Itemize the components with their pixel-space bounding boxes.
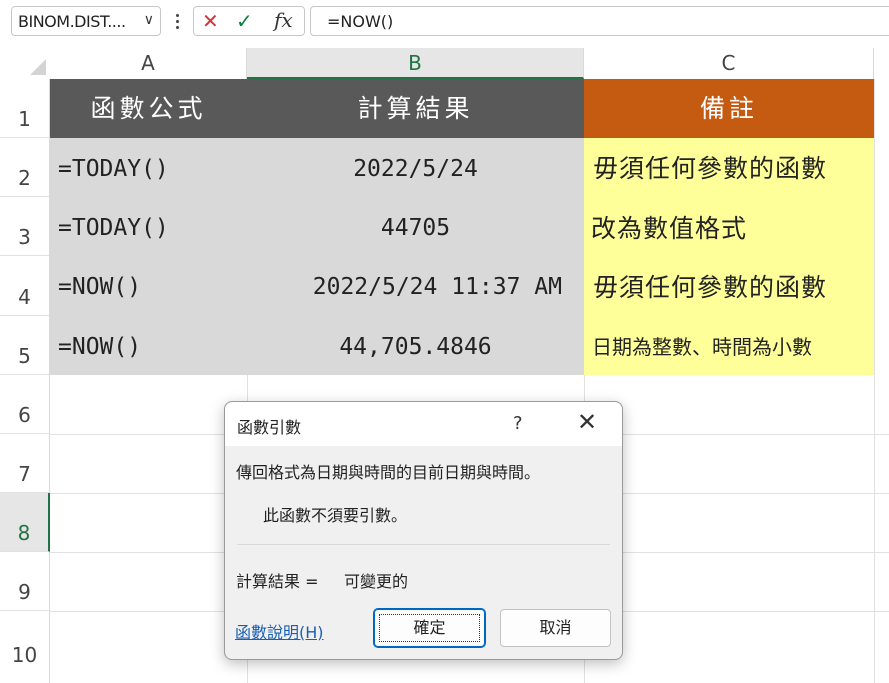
chevron-down-icon[interactable]: ∨ — [144, 12, 154, 28]
function-help-link[interactable]: 函數說明(H) — [235, 619, 324, 643]
formula-input[interactable]: =NOW() — [310, 6, 889, 36]
enter-icon[interactable]: ✓ — [236, 9, 253, 33]
row-header-3[interactable]: 3 — [0, 197, 50, 256]
dialog-title-bar[interactable]: 函數引數 ? ✕ — [225, 402, 622, 446]
divider — [237, 544, 610, 545]
select-all-button[interactable] — [0, 48, 50, 79]
function-arguments-dialog: 函數引數 ? ✕ 傳回格式為日期與時間的目前日期與時間。 此函數不須要引數。 計… — [224, 401, 623, 660]
row-header-5[interactable]: 5 — [0, 316, 50, 375]
cell-a2[interactable]: =TODAY() — [50, 138, 247, 197]
argument-note: 此函數不須要引數。 — [263, 506, 408, 525]
row-header-1[interactable]: 1 — [0, 79, 50, 138]
cell-b5[interactable]: 44,705.4846 — [247, 316, 584, 375]
cancel-button[interactable]: 取消 — [500, 609, 611, 647]
name-box-value: BINOM.DIST.... — [18, 12, 126, 31]
help-icon[interactable]: ? — [513, 413, 523, 434]
cell-a3[interactable]: =TODAY() — [50, 197, 247, 256]
cell-c3[interactable]: 改為數值格式 — [584, 197, 874, 256]
more-options-icon[interactable] — [172, 6, 184, 36]
cell-b2[interactable]: 2022/5/24 — [247, 138, 584, 197]
row-header-2[interactable]: 2 — [0, 138, 50, 197]
cancel-icon[interactable]: ✕ — [202, 9, 219, 33]
result-value: 可變更的 — [344, 572, 409, 591]
row-header-8[interactable]: 8 — [0, 493, 50, 552]
cell-c5[interactable]: 日期為整數、時間為小數 — [584, 316, 874, 375]
name-box[interactable]: BINOM.DIST.... ∨ — [11, 6, 161, 36]
cell-b1[interactable]: 計算結果 — [247, 79, 584, 138]
cell-b3[interactable]: 44705 — [247, 197, 584, 256]
formula-buttons: ✕ ✓ fx — [193, 6, 305, 36]
column-header-b[interactable]: B — [247, 48, 584, 79]
cell-a1[interactable]: 函數公式 — [50, 79, 247, 138]
dialog-title: 函數引數 — [237, 418, 302, 437]
row-header-9[interactable]: 9 — [0, 552, 50, 611]
column-header-c[interactable]: C — [584, 48, 874, 79]
close-icon[interactable]: ✕ — [577, 408, 597, 436]
column-header-d[interactable] — [874, 48, 889, 79]
cell-b4[interactable]: 2022/5/24 11:37 AM — [247, 256, 584, 316]
ok-button[interactable]: 確定 — [373, 608, 486, 648]
cell-a5[interactable]: =NOW() — [50, 316, 247, 375]
row-header-7[interactable]: 7 — [0, 434, 50, 493]
function-description: 傳回格式為日期與時間的目前日期與時間。 — [236, 463, 541, 482]
formula-bar: BINOM.DIST.... ∨ ✕ ✓ fx =NOW() — [0, 0, 889, 48]
row-header-10[interactable]: 10 — [0, 611, 50, 683]
result-label: 計算結果 = — [236, 572, 319, 591]
row-header-6[interactable]: 6 — [0, 375, 50, 434]
formula-text: =NOW() — [327, 12, 394, 31]
cell-a4[interactable]: =NOW() — [50, 256, 247, 316]
row-header-4[interactable]: 4 — [0, 256, 50, 316]
cancel-button-label: 取消 — [539, 618, 572, 637]
cell-c2[interactable]: 毋須任何參數的函數 — [584, 138, 874, 197]
insert-function-icon[interactable]: fx — [274, 8, 293, 32]
column-header-a[interactable]: A — [50, 48, 247, 79]
cell-c1[interactable]: 備註 — [584, 79, 874, 138]
cell-c4[interactable]: 毋須任何參數的函數 — [584, 256, 874, 316]
